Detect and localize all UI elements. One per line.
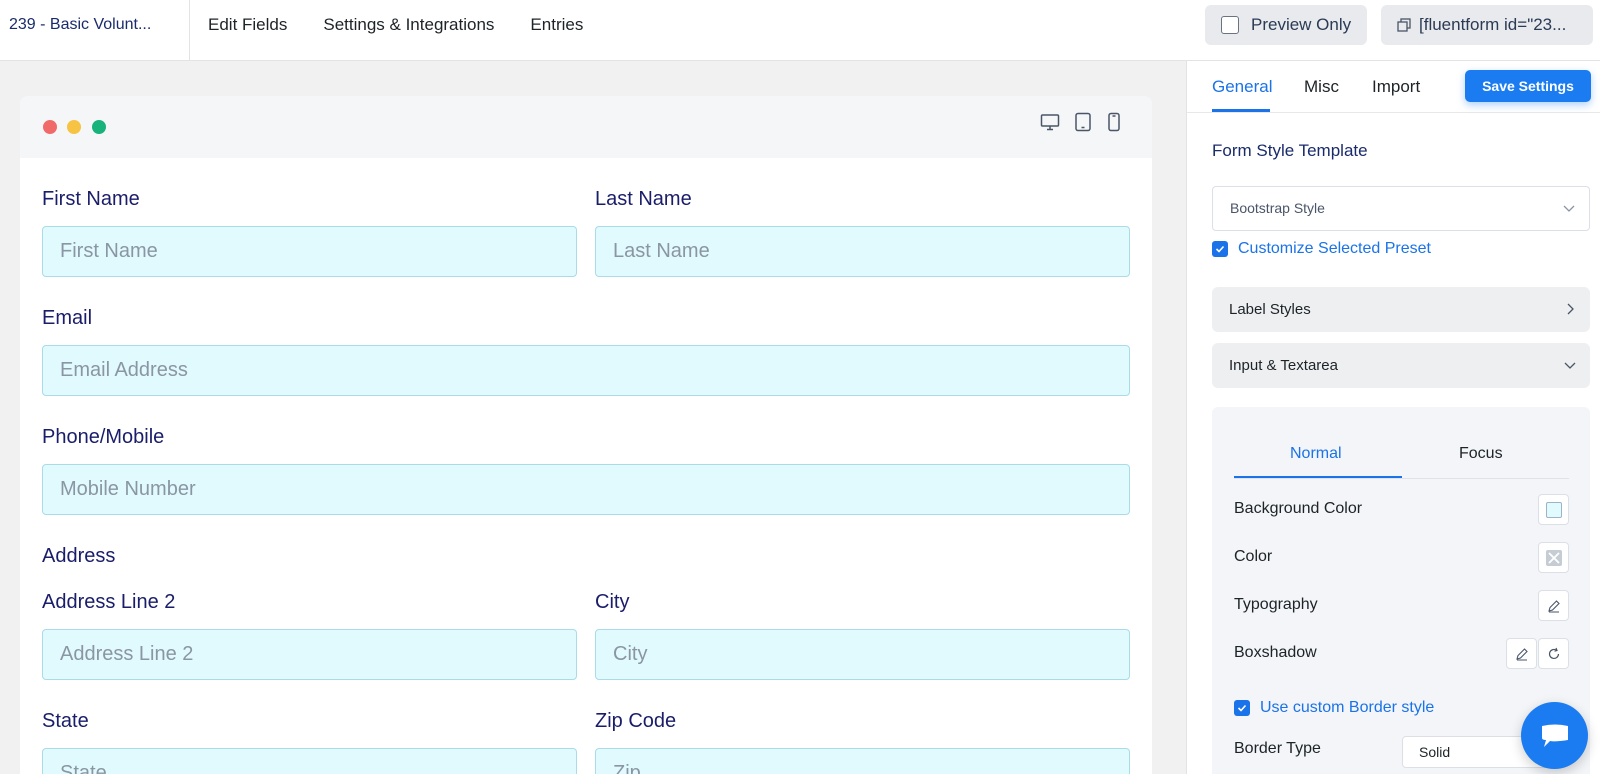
checkbox-checked-icon[interactable] xyxy=(1234,700,1250,716)
customize-preset-checkbox[interactable]: Customize Selected Preset xyxy=(1212,240,1431,258)
mobile-icon[interactable] xyxy=(1107,112,1121,132)
form-style-template-title: Form Style Template xyxy=(1212,141,1368,160)
typography-label: Typography xyxy=(1234,596,1318,613)
label-styles-accordion[interactable]: Label Styles xyxy=(1212,287,1590,332)
tab-misc[interactable]: Misc xyxy=(1304,77,1339,97)
boxshadow-reset-button[interactable] xyxy=(1538,638,1569,669)
label-styles-title: Label Styles xyxy=(1229,301,1311,318)
style-template-select[interactable]: Bootstrap Style xyxy=(1212,186,1590,231)
email-input[interactable]: Email Address xyxy=(42,345,1130,396)
nav-edit-fields[interactable]: Edit Fields xyxy=(190,0,305,60)
background-color-picker[interactable] xyxy=(1538,494,1569,525)
style-template-value: Bootstrap Style xyxy=(1230,200,1325,216)
chat-icon xyxy=(1541,724,1568,747)
reset-icon xyxy=(1548,647,1559,659)
sub-tabs-divider xyxy=(1234,478,1569,479)
input-textarea-title: Input & Textarea xyxy=(1229,357,1338,374)
first-name-input[interactable]: First Name xyxy=(42,226,577,277)
save-settings-button[interactable]: Save Settings xyxy=(1465,70,1591,102)
desktop-icon[interactable] xyxy=(1040,112,1060,132)
typography-edit-button[interactable] xyxy=(1538,590,1569,621)
last-name-input[interactable]: Last Name xyxy=(595,226,1130,277)
preview-only-label: Preview Only xyxy=(1251,15,1352,34)
copy-icon xyxy=(1397,18,1411,32)
input-textarea-accordion[interactable]: Input & Textarea xyxy=(1212,343,1590,388)
active-tab-indicator xyxy=(1212,109,1270,112)
custom-border-label: Use custom Border style xyxy=(1260,699,1435,716)
zip-input[interactable]: Zip xyxy=(595,748,1130,774)
preview-only-toggle[interactable]: Preview Only xyxy=(1205,5,1367,45)
boxshadow-edit-button[interactable] xyxy=(1506,638,1537,669)
city-input[interactable]: City xyxy=(595,629,1130,680)
empty-color-icon xyxy=(1545,549,1562,566)
shortcode-label: [fluentform id="23... xyxy=(1419,15,1567,34)
tab-focus[interactable]: Focus xyxy=(1459,445,1503,463)
nav-entries[interactable]: Entries xyxy=(512,0,601,60)
border-type-label: Border Type xyxy=(1234,740,1321,757)
window-dot-green xyxy=(92,120,106,134)
shortcode-copy-button[interactable]: [fluentform id="23... xyxy=(1381,5,1593,45)
form-title[interactable]: 239 - Basic Volunt... xyxy=(0,0,190,60)
sidebar-tabs: General Misc Import Save Settings xyxy=(1187,61,1600,113)
chevron-right-icon xyxy=(1567,303,1574,315)
pencil-icon xyxy=(1515,647,1528,660)
phone-label: Phone/Mobile xyxy=(42,426,165,448)
color-swatch-icon xyxy=(1545,501,1562,518)
style-settings-sidebar: General Misc Import Save Settings Form S… xyxy=(1186,61,1600,774)
color-picker[interactable] xyxy=(1538,542,1569,573)
top-navigation: Edit Fields Settings & Integrations Entr… xyxy=(190,0,601,60)
chevron-down-icon xyxy=(1563,205,1575,212)
window-dot-red xyxy=(43,120,57,134)
background-color-label: Background Color xyxy=(1234,500,1363,517)
tab-import[interactable]: Import xyxy=(1372,77,1420,97)
custom-border-checkbox[interactable]: Use custom Border style xyxy=(1234,699,1434,717)
preview-checkbox[interactable] xyxy=(1221,16,1239,34)
active-sub-tab-indicator xyxy=(1234,476,1402,478)
chevron-down-icon xyxy=(1564,362,1576,369)
state-label: State xyxy=(42,710,89,732)
address-heading: Address xyxy=(42,545,116,567)
tab-normal[interactable]: Normal xyxy=(1290,445,1342,463)
support-chat-button[interactable] xyxy=(1521,702,1588,769)
preview-window-header xyxy=(20,96,1152,158)
address-line2-input[interactable]: Address Line 2 xyxy=(42,629,577,680)
pencil-icon xyxy=(1547,599,1560,612)
color-label: Color xyxy=(1234,548,1273,565)
state-input[interactable]: State xyxy=(42,748,577,774)
boxshadow-label: Boxshadow xyxy=(1234,644,1317,661)
city-label: City xyxy=(595,591,630,613)
nav-settings-integrations[interactable]: Settings & Integrations xyxy=(305,0,512,60)
form-preview-card: First Name First Name Last Name Last Nam… xyxy=(20,96,1152,774)
checkbox-checked-icon[interactable] xyxy=(1212,241,1228,257)
tab-general[interactable]: General xyxy=(1212,77,1272,97)
zip-label: Zip Code xyxy=(595,710,677,732)
address-line2-label: Address Line 2 xyxy=(42,591,176,613)
customize-preset-label: Customize Selected Preset xyxy=(1238,240,1431,257)
top-bar: 239 - Basic Volunt... Edit Fields Settin… xyxy=(0,0,1600,61)
last-name-label: Last Name xyxy=(595,188,692,210)
email-label: Email xyxy=(42,307,93,329)
window-dot-yellow xyxy=(67,120,81,134)
phone-input[interactable]: Mobile Number xyxy=(42,464,1130,515)
tablet-icon[interactable] xyxy=(1074,112,1092,132)
first-name-label: First Name xyxy=(42,188,140,210)
